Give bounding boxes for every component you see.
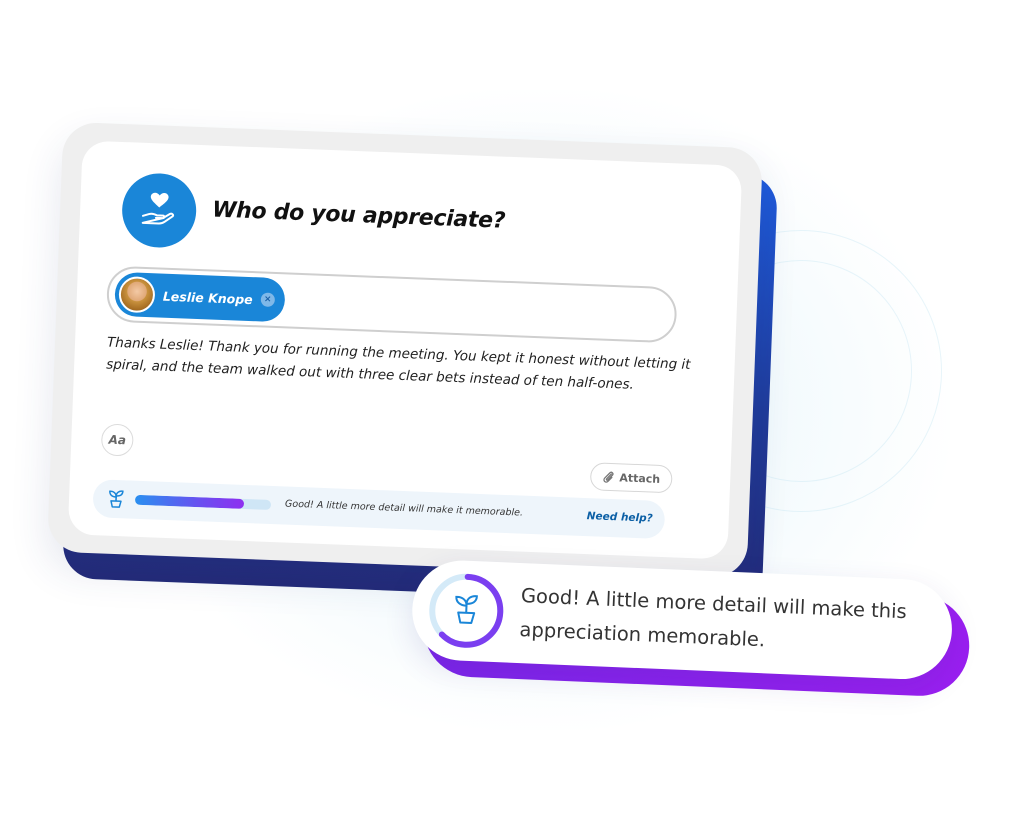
card-body: Who do you appreciate? Leslie Knope × Th… xyxy=(67,140,743,560)
writing-coach-bar: Good! A little more detail will make it … xyxy=(92,479,666,540)
tooltip-text: Good! A little more detail will make thi… xyxy=(519,584,908,652)
attach-label: Attach xyxy=(619,470,661,486)
format-text-button[interactable]: Aa xyxy=(100,423,134,457)
avatar xyxy=(118,275,156,314)
progress-ring-icon xyxy=(429,573,504,648)
quality-progress-bar xyxy=(134,494,272,510)
message-text[interactable]: Thanks Leslie! Thank you for running the… xyxy=(106,332,697,399)
need-help-link[interactable]: Need help? xyxy=(587,510,653,525)
quality-progress-fill xyxy=(134,494,244,509)
attach-button[interactable]: Attach xyxy=(589,462,673,494)
recipient-chip[interactable]: Leslie Knope × xyxy=(114,271,286,323)
coach-feedback-text: Good! A little more detail will make it … xyxy=(284,498,524,519)
recipient-name: Leslie Knope xyxy=(162,288,254,307)
feedback-tooltip: Good! A little more detail will make thi… xyxy=(410,558,972,698)
heart-hand-icon xyxy=(120,172,198,249)
appreciation-card: Who do you appreciate? Leslie Knope × Th… xyxy=(47,121,778,605)
recipient-input[interactable]: Leslie Knope × xyxy=(105,265,678,344)
page-title: Who do you appreciate? xyxy=(211,197,506,234)
sprout-icon xyxy=(109,490,124,508)
card-frame: Who do you appreciate? Leslie Knope × Th… xyxy=(47,121,763,579)
close-circle-icon[interactable]: × xyxy=(260,292,275,307)
paperclip-icon xyxy=(603,471,614,483)
